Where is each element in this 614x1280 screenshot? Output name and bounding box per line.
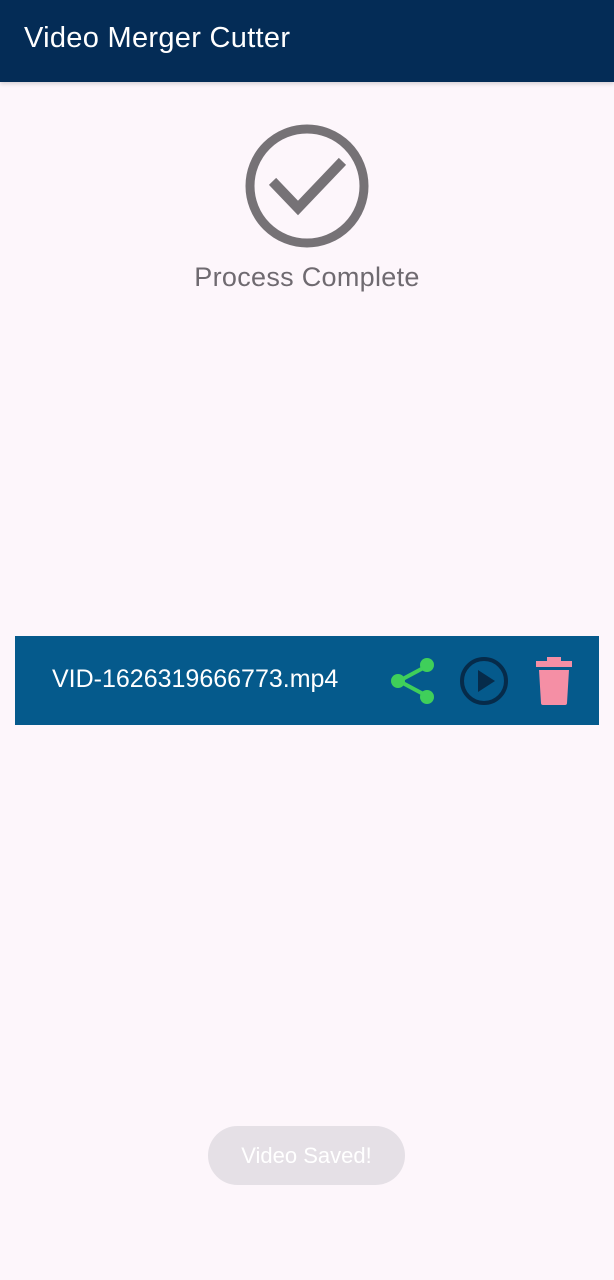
play-circle-icon: [460, 657, 508, 705]
play-button[interactable]: [457, 654, 511, 708]
app-title: Video Merger Cutter: [24, 22, 291, 54]
check-circle-icon: [243, 122, 371, 250]
delete-button[interactable]: [527, 654, 581, 708]
video-file-row: VID-1626319666773.mp4: [15, 636, 599, 725]
process-complete-label: Process Complete: [194, 262, 420, 292]
share-button[interactable]: [387, 654, 441, 708]
file-name: VID-1626319666773.mp4: [52, 665, 339, 693]
share-icon: [391, 658, 434, 704]
app-bar: Video Merger Cutter: [0, 0, 614, 82]
toast-message: Video Saved!: [208, 1126, 405, 1185]
trash-icon: [536, 657, 572, 705]
